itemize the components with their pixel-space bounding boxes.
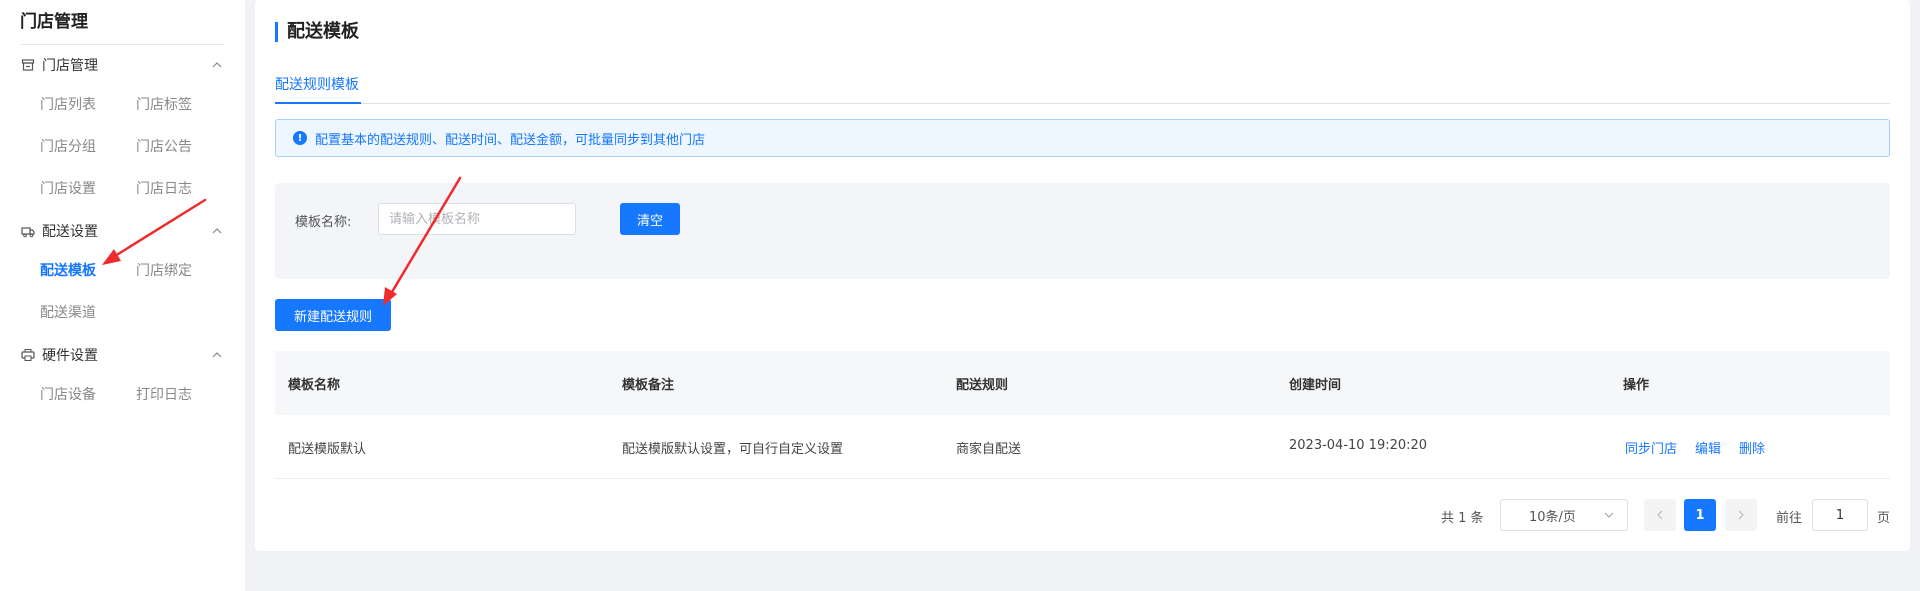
delete-link[interactable]: 删除 xyxy=(1739,442,1765,457)
sync-store-link[interactable]: 同步门店 xyxy=(1625,442,1677,457)
sidebar-group-hardware[interactable]: 硬件设置 xyxy=(20,343,225,367)
chevron-down-icon xyxy=(1603,509,1615,521)
sidebar-group-store[interactable]: 门店管理 xyxy=(20,53,225,77)
chevron-right-icon xyxy=(1738,510,1744,520)
cell-actions: 同步门店 编辑 删除 xyxy=(1625,438,1783,457)
table-row: 配送模版默认 配送模版默认设置，可自行自定义设置 商家自配送 2023-04-1… xyxy=(275,415,1890,479)
column-header: 模板名称 xyxy=(288,378,341,393)
template-table: 模板名称 模板备注 配送规则 创建时间 操作 配送模版默认 配送模版默认设置，可… xyxy=(275,351,1890,479)
sidebar-item-store-binding[interactable]: 门店绑定 xyxy=(136,260,192,280)
sidebar-item-store-list[interactable]: 门店列表 xyxy=(40,94,96,114)
sidebar-title: 门店管理 xyxy=(20,12,88,32)
template-name-input[interactable] xyxy=(378,203,576,235)
next-page-button[interactable] xyxy=(1725,499,1757,531)
tab-delivery-rule-template[interactable]: 配送规则模板 xyxy=(275,74,359,94)
sidebar: 门店管理 门店管理 门店列表 门店标签 门店分组 门店公告 门店设置 门店日志 … xyxy=(0,0,245,591)
sidebar-item-print-log[interactable]: 打印日志 xyxy=(136,384,192,404)
sidebar-group-delivery[interactable]: 配送设置 xyxy=(20,219,225,243)
sidebar-item-delivery-template[interactable]: 配送模板 xyxy=(40,260,96,280)
sidebar-item-store-log[interactable]: 门店日志 xyxy=(136,178,192,198)
tab-divider xyxy=(275,103,1890,104)
goto-label: 前往 xyxy=(1776,511,1803,526)
table-header: 模板名称 模板备注 配送规则 创建时间 操作 xyxy=(275,351,1890,415)
sidebar-group-label: 硬件设置 xyxy=(42,348,98,364)
sidebar-item-store-groups[interactable]: 门店分组 xyxy=(40,136,96,156)
sidebar-item-store-notice[interactable]: 门店公告 xyxy=(136,136,192,156)
info-alert: ! 配置基本的配送规则、配送时间、配送金额，可批量同步到其他门店 xyxy=(275,119,1890,157)
info-icon: ! xyxy=(293,131,307,145)
new-delivery-rule-button[interactable]: 新建配送规则 xyxy=(275,299,391,331)
chevron-up-icon[interactable] xyxy=(209,223,225,239)
page-size-value: 10条/页 xyxy=(1529,509,1576,525)
goto-page-input[interactable] xyxy=(1812,499,1868,531)
template-name-label: 模板名称: xyxy=(295,215,352,230)
column-header: 操作 xyxy=(1623,378,1650,393)
sidebar-group-label: 门店管理 xyxy=(42,58,98,74)
delivery-icon xyxy=(20,223,36,239)
page-size-select[interactable]: 10条/页 xyxy=(1500,499,1628,531)
column-header: 模板备注 xyxy=(622,378,675,393)
chevron-left-icon xyxy=(1657,510,1663,520)
cell-delivery-rule: 商家自配送 xyxy=(956,442,1022,457)
chevron-up-icon[interactable] xyxy=(209,57,225,73)
sidebar-divider xyxy=(20,44,225,45)
current-page-button[interactable]: 1 xyxy=(1684,499,1716,531)
main-card: 配送模板 配送规则模板 ! 配置基本的配送规则、配送时间、配送金额，可批量同步到… xyxy=(255,0,1910,551)
filter-panel: 模板名称: 清空 xyxy=(275,183,1890,279)
page-title: 配送模板 xyxy=(275,22,359,42)
cell-template-name: 配送模版默认 xyxy=(288,442,367,457)
sidebar-item-store-devices[interactable]: 门店设备 xyxy=(40,384,96,404)
page-suffix: 页 xyxy=(1877,511,1891,526)
chevron-up-icon[interactable] xyxy=(209,347,225,363)
edit-link[interactable]: 编辑 xyxy=(1695,442,1721,457)
store-icon xyxy=(20,57,36,73)
pagination-total: 共 1 条 xyxy=(1441,511,1484,526)
column-header: 创建时间 xyxy=(1289,378,1342,393)
prev-page-button[interactable] xyxy=(1644,499,1676,531)
sidebar-group-label: 配送设置 xyxy=(42,224,98,240)
cell-template-remark: 配送模版默认设置，可自行自定义设置 xyxy=(622,442,844,457)
printer-icon xyxy=(20,347,36,363)
sidebar-item-store-tags[interactable]: 门店标签 xyxy=(136,94,192,114)
sidebar-item-delivery-channel[interactable]: 配送渠道 xyxy=(40,302,96,322)
tab-active-indicator xyxy=(275,102,361,104)
clear-button[interactable]: 清空 xyxy=(620,203,680,235)
cell-created-time: 2023-04-10 19:20:20 xyxy=(1289,438,1428,453)
sidebar-item-store-settings[interactable]: 门店设置 xyxy=(40,178,96,198)
alert-text: 配置基本的配送规则、配送时间、配送金额，可批量同步到其他门店 xyxy=(315,132,706,148)
column-header: 配送规则 xyxy=(956,378,1009,393)
